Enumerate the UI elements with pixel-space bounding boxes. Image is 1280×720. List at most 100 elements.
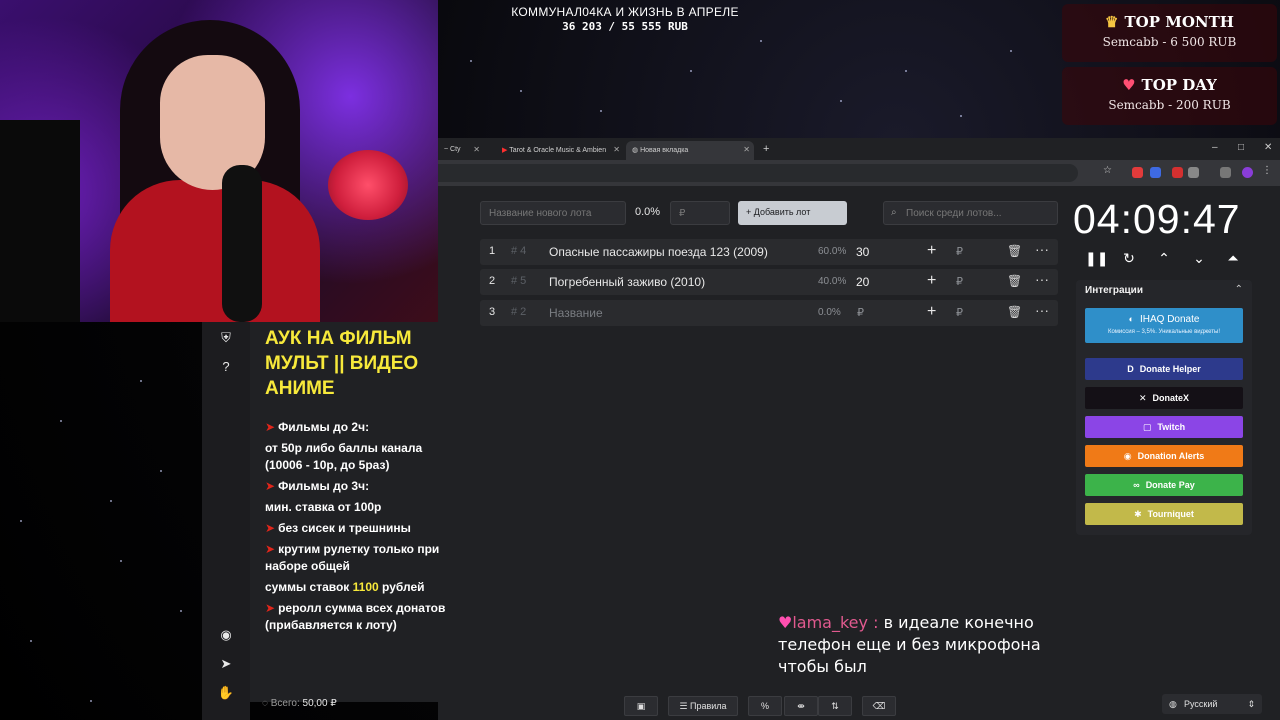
- hide-icon[interactable]: ◌: [262, 698, 268, 709]
- extension-icon[interactable]: [1188, 167, 1199, 178]
- ihaq-donate-button[interactable]: ◐ IHAQ Donate Комиссия – 3,5%. Уникальные…: [1085, 308, 1243, 343]
- tab-label: Новая вкладка: [640, 147, 689, 154]
- tab-music[interactable]: ~ Cty ✕: [438, 141, 484, 160]
- chevron-updown-icon: ⇕: [1247, 699, 1255, 709]
- arrow-icon: ➤: [265, 479, 276, 493]
- top-day-label: TOP DAY: [1141, 76, 1217, 94]
- extension-icon[interactable]: [1132, 167, 1143, 178]
- globe-icon: ◍: [1169, 699, 1177, 709]
- heart-badge-icon: ♥: [778, 613, 793, 632]
- new-lot-name-input[interactable]: Название нового лота: [480, 201, 626, 225]
- lot-number: 2: [489, 275, 496, 287]
- add-lot-button[interactable]: + Добавить лот: [738, 201, 847, 225]
- extension-icon[interactable]: [1220, 167, 1231, 178]
- chevron-up-icon[interactable]: ⌃: [1154, 250, 1174, 270]
- close-icon[interactable]: ✕: [613, 145, 620, 154]
- sort-icon[interactable]: ⇅: [818, 696, 852, 716]
- address-bar[interactable]: [438, 164, 1078, 182]
- save-icon[interactable]: ▣: [624, 696, 658, 716]
- integrations-title: Интеграции: [1085, 285, 1143, 296]
- webcam-feed: [0, 0, 438, 322]
- window-close-button[interactable]: ✕: [1264, 142, 1272, 153]
- close-icon[interactable]: ✕: [743, 145, 750, 154]
- donation-goal: КОММУНАЛ04КА И ЖИЗНЬ В АПРЕЛЕ 36 203 / 5…: [440, 0, 810, 38]
- rules-list: ➤ Фильмы до 2ч: от 50р либо баллы канала (…: [265, 419, 465, 634]
- maximize-button[interactable]: □: [1238, 142, 1244, 153]
- highlight-amount: 1100: [352, 580, 379, 594]
- collapse-up-icon[interactable]: ⏶: [1223, 250, 1243, 270]
- top-day-widget: ♥ TOP DAY Semcabb - 200 RUB: [1062, 67, 1277, 125]
- add-amount-icon[interactable]: +: [927, 272, 936, 290]
- more-icon[interactable]: ···: [1035, 302, 1049, 318]
- donation-alerts-button[interactable]: ◉ Donation Alerts: [1085, 445, 1243, 467]
- amount-input-rub[interactable]: ₽: [956, 275, 963, 288]
- profile-avatar[interactable]: [1242, 167, 1253, 178]
- close-icon[interactable]: ✕: [473, 145, 480, 154]
- lot-percent: 0.0%: [818, 307, 841, 318]
- pause-icon[interactable]: ❚❚: [1085, 250, 1108, 270]
- bookmark-star-icon[interactable]: ☆: [1103, 165, 1112, 176]
- youtube-icon: ▶: [502, 147, 508, 154]
- lot-name[interactable]: Название: [549, 306, 603, 320]
- add-amount-icon[interactable]: +: [927, 242, 936, 260]
- trash-icon[interactable]: 🗑: [1007, 274, 1022, 288]
- donate-pay-button[interactable]: ∞ Donate Pay: [1085, 474, 1243, 496]
- lot-row[interactable]: 1 # 4 Опасные пассажиры поезда 123 (2009…: [480, 239, 1058, 265]
- menu-dots-icon[interactable]: ⋮: [1262, 165, 1272, 176]
- total-label: Всего:: [270, 698, 300, 709]
- new-lot-amount-input[interactable]: ₽: [670, 201, 730, 225]
- rule-line: ➤ без сисек и трешнины: [265, 521, 411, 535]
- minimize-button[interactable]: –: [1212, 142, 1218, 153]
- amount-input-rub[interactable]: ₽: [956, 306, 963, 319]
- tourniquet-button[interactable]: ✱ Tourniquet: [1085, 503, 1243, 525]
- chevron-up-icon[interactable]: ⌃: [1235, 284, 1243, 295]
- goal-progress: 36 203 / 55 555 RUB: [562, 20, 688, 33]
- extension-icon[interactable]: [1172, 167, 1183, 178]
- twitch-button[interactable]: ▢ Twitch: [1085, 416, 1243, 438]
- lot-amount[interactable]: 20: [856, 275, 869, 289]
- donatex-button[interactable]: ✕ DonateX: [1085, 387, 1243, 409]
- lot-search-input[interactable]: ⌕ Поиск среди лотов...: [883, 201, 1058, 225]
- more-icon[interactable]: ···: [1035, 271, 1049, 287]
- lot-amount-placeholder[interactable]: ₽: [857, 306, 864, 319]
- lot-row[interactable]: 2 # 5 Погребенный заживо (2010) 40.0% 20…: [480, 269, 1058, 295]
- shield-icon[interactable]: ⛨: [216, 328, 236, 348]
- rules-button[interactable]: ☰ Правила: [668, 696, 738, 716]
- ukraine-flag-icon: ◐: [1128, 314, 1134, 324]
- trash-icon[interactable]: 🗑: [1007, 305, 1022, 319]
- github-icon[interactable]: ◉: [216, 625, 236, 645]
- amount-input-rub[interactable]: ₽: [956, 245, 963, 258]
- tab-tarot[interactable]: ▶ Tarot & Oracle Music & Ambien ✕: [496, 141, 624, 160]
- donate-helper-button[interactable]: D Donate Helper: [1085, 358, 1243, 380]
- lot-amount[interactable]: 30: [856, 245, 869, 259]
- lot-row[interactable]: 3 # 2 Название 0.0% ₽ + ₽ 🗑 ···: [480, 300, 1058, 326]
- more-icon[interactable]: ···: [1035, 241, 1049, 257]
- chat-user: lama_key: [792, 613, 868, 632]
- integration-icon: D: [1127, 364, 1134, 374]
- goal-title: КОММУНАЛ04КА И ЖИЗНЬ В АПРЕЛЕ: [511, 5, 739, 19]
- donate-hand-icon[interactable]: ✋: [216, 683, 236, 703]
- percent-button[interactable]: %: [748, 696, 782, 716]
- new-lot-percent: 0.0%: [635, 206, 661, 218]
- language-select[interactable]: ◍ Русский ⇕: [1162, 694, 1262, 714]
- tab-bar: ~ Cty ✕ ▶ Tarot & Oracle Music & Ambien …: [438, 138, 1280, 160]
- new-tab-button[interactable]: +: [758, 141, 778, 160]
- reset-icon[interactable]: ↻: [1119, 250, 1139, 270]
- lot-name[interactable]: Погребенный заживо (2010): [549, 275, 705, 289]
- trash-icon[interactable]: 🗑: [1007, 244, 1022, 258]
- help-icon[interactable]: ?: [216, 357, 236, 377]
- rules-panel: АУК НА ФИЛЬМ МУЛЬТ || ВИДЕО АНИМЕ ➤ Фильм…: [250, 322, 465, 702]
- lot-id: # 5: [511, 275, 527, 287]
- extension-icon[interactable]: [1150, 167, 1161, 178]
- integration-icon: ✱: [1134, 509, 1142, 519]
- rules-button-label: Правила: [690, 701, 727, 711]
- telegram-icon[interactable]: ➤: [216, 654, 236, 674]
- lot-number: 1: [489, 245, 496, 257]
- add-amount-icon[interactable]: +: [927, 303, 936, 321]
- lot-name[interactable]: Опасные пассажиры поезда 123 (2009): [549, 245, 768, 259]
- tab-new[interactable]: ◍ Новая вкладка ✕: [626, 141, 754, 160]
- split-icon[interactable]: ⇼: [784, 696, 818, 716]
- integration-icon: ◉: [1123, 451, 1132, 461]
- clear-all-icon[interactable]: ⌫: [862, 696, 896, 716]
- chevron-down-icon[interactable]: ⌄: [1189, 250, 1209, 270]
